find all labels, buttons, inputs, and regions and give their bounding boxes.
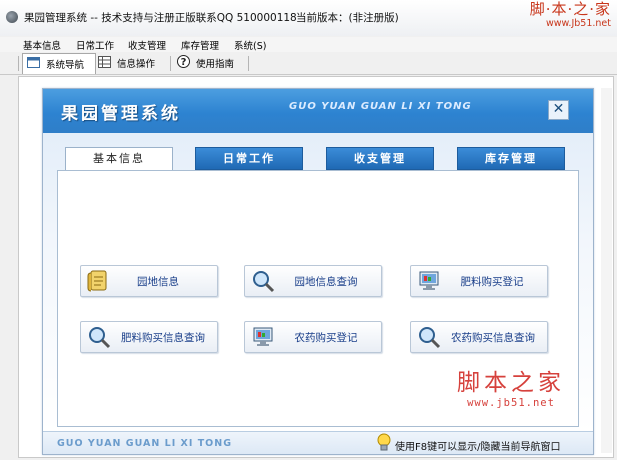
toolbar-user-guide[interactable]: ? 使用指南	[177, 53, 234, 73]
vertical-scrollbar[interactable]	[601, 88, 612, 453]
watermark-top: 脚·本·之·家 www.Jb51.net	[530, 2, 611, 29]
toolbar-info-ops-label: 信息操作	[117, 59, 156, 70]
menu-bar: 基本信息 日常工作 收支管理 库存管理 系统(S)	[0, 37, 617, 52]
pesticide-query-label: 农药购买信息查询	[451, 332, 535, 344]
watermark-bottom: 脚本之家 www.jb51.net	[457, 372, 565, 409]
watermark-top-url: www.Jb51.net	[546, 18, 611, 29]
tab-daily-work[interactable]: 日常工作	[195, 147, 303, 170]
grid-icon	[98, 55, 111, 71]
version-label: 当前版本：(非注册版)	[296, 12, 399, 24]
header-banner: 果园管理系统 GUO YUAN GUAN LI XI TONG ✕	[43, 89, 593, 133]
title-bar: 果园管理系统 -- 技术支持与注册正版联系QQ 510000118 当前版本：(…	[0, 0, 617, 36]
help-icon: ?	[177, 55, 190, 71]
banner-subtitle: GUO YUAN GUAN LI XI TONG	[289, 101, 472, 112]
menu-daily-work[interactable]: 日常工作	[76, 38, 114, 52]
toolbar-info-ops[interactable]: 信息操作	[98, 53, 155, 73]
watermark-bottom-text: 脚本之家	[457, 370, 565, 396]
toolbar-system-nav[interactable]: 系统导航	[22, 53, 96, 74]
toolbar-grip	[18, 56, 19, 71]
watermark-bottom-url: www.jb51.net	[467, 397, 555, 409]
lightbulb-icon	[376, 433, 392, 454]
fertilizer-query-button[interactable]: 肥料购买信息查询	[80, 321, 218, 353]
menu-income-expense[interactable]: 收支管理	[128, 38, 166, 52]
footer-bar: GUO YUAN GUAN LI XI TONG 使用F8键可以显示/隐藏当前导…	[43, 431, 593, 454]
watermark-top-text: 脚·本·之·家	[529, 0, 611, 18]
close-icon: ✕	[552, 101, 565, 117]
tab-income-expense[interactable]: 收支管理	[326, 147, 434, 170]
footer-hint: 使用F8键可以显示/隐藏当前导航窗口	[395, 442, 561, 453]
menu-inventory[interactable]: 库存管理	[181, 38, 219, 52]
window-icon	[27, 57, 40, 71]
tab-inventory[interactable]: 库存管理	[457, 147, 565, 170]
toolbar: 系统导航 信息操作 ? 使用指南	[0, 52, 617, 75]
banner-title: 果园管理系统	[61, 104, 181, 124]
toolbar-user-guide-label: 使用指南	[196, 59, 235, 70]
close-button[interactable]: ✕	[548, 100, 569, 120]
app-window: 果园管理系统 -- 技术支持与注册正版联系QQ 510000118 当前版本：(…	[0, 0, 617, 460]
pesticide-purchase-label: 农药购买登记	[294, 332, 358, 344]
toolbar-system-nav-label: 系统导航	[46, 60, 85, 71]
fertilizer-purchase-label: 肥料购买登记	[460, 276, 524, 288]
field-info-button[interactable]: 园地信息	[80, 265, 218, 297]
menu-system[interactable]: 系统(S)	[234, 38, 266, 52]
window-title: 果园管理系统 -- 技术支持与注册正版联系QQ 510000118	[24, 12, 297, 24]
svg-text:?: ?	[181, 57, 187, 68]
pesticide-purchase-button[interactable]: 农药购买登记	[244, 321, 382, 353]
field-info-query-button[interactable]: 园地信息查询	[244, 265, 382, 297]
footer-subtitle: GUO YUAN GUAN LI XI TONG	[57, 438, 233, 449]
tab-basic-info[interactable]: 基本信息	[65, 147, 173, 172]
toolbar-separator	[248, 56, 249, 71]
toolbar-separator	[170, 56, 171, 71]
pesticide-query-button[interactable]: 农药购买信息查询	[410, 321, 548, 353]
field-info-label: 园地信息	[137, 276, 179, 288]
field-info-query-label: 园地信息查询	[294, 276, 358, 288]
fertilizer-purchase-button[interactable]: 肥料购买登记	[410, 265, 548, 297]
fertilizer-query-label: 肥料购买信息查询	[121, 332, 205, 344]
app-logo-icon	[6, 11, 18, 23]
menu-basic-info[interactable]: 基本信息	[23, 38, 61, 52]
